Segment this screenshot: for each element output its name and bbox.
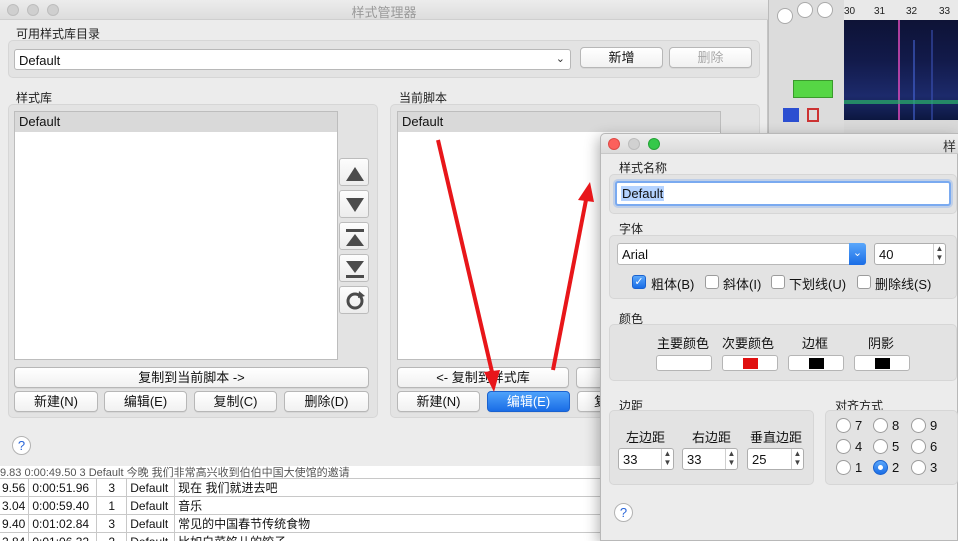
arrow-to-edit-line xyxy=(436,139,494,373)
arrow-to-editor-line xyxy=(551,199,588,371)
arrow-to-editor-head xyxy=(578,182,594,202)
annotation-arrows xyxy=(436,139,594,392)
arrow-to-edit-head xyxy=(484,370,500,392)
